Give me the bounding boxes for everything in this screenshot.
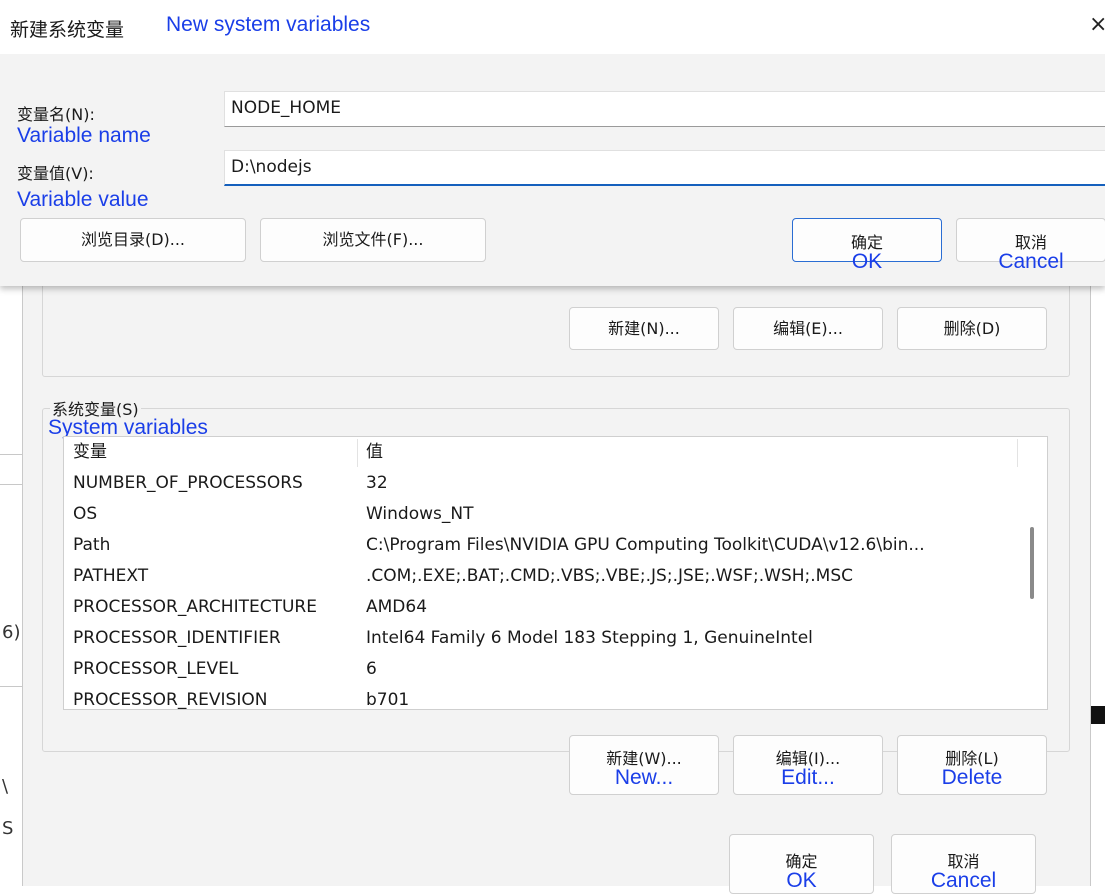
variable-name-input[interactable]: NODE_HOME (224, 91, 1105, 127)
variable-value-cell: 32 (366, 473, 388, 493)
environment-variables-window: 6) \ S 新建(N)... 编辑(E)... 删除(D) 系统变量(S) S… (0, 276, 1105, 894)
variable-value-cell: 6 (366, 659, 377, 679)
variable-value-input[interactable]: D:\nodejs (224, 150, 1105, 186)
system-new-button-en: New... (614, 766, 674, 789)
table-row[interactable]: PROCESSOR_ARCHITECTURE AMD64 (64, 592, 1014, 623)
variable-name-cell: PROCESSOR_REVISION (73, 690, 268, 710)
variable-value-cell: Windows_NT (366, 504, 474, 524)
close-icon[interactable]: × (1089, 12, 1105, 37)
new-system-variable-dialog: 新建系统变量 New system variables × 变量名(N): Va… (0, 0, 1105, 286)
dialog-title-en: New system variables (166, 13, 371, 36)
table-row[interactable]: NUMBER_OF_PROCESSORS 32 (64, 468, 1014, 499)
variable-value-cell: b701 (366, 690, 410, 710)
dialog-title-bar[interactable]: 新建系统变量 New system variables × (0, 0, 1105, 54)
variable-value-label-en: Variable value (17, 188, 149, 211)
system-delete-button-en: Delete (941, 766, 1003, 789)
cancel-button-en: Cancel (998, 250, 1064, 273)
variable-name-cell: PROCESSOR_ARCHITECTURE (73, 597, 317, 617)
system-delete-button[interactable]: 删除(L) Delete (897, 735, 1047, 795)
variable-name-label: 变量名(N): (17, 105, 95, 124)
background-text-fragment: \ (2, 776, 9, 797)
variable-name-cell: OS (73, 504, 98, 524)
variable-name-cell: Path (73, 535, 111, 555)
ok-button-en: OK (851, 250, 883, 273)
system-edit-button-en: Edit... (781, 766, 835, 789)
table-row[interactable]: PATHEXT .COM;.EXE;.BAT;.CMD;.VBS;.VBE;.JS… (64, 561, 1014, 592)
user-new-button[interactable]: 新建(N)... (569, 307, 719, 350)
variable-value-cell: Intel64 Family 6 Model 183 Stepping 1, G… (366, 628, 813, 648)
user-edit-button[interactable]: 编辑(E)... (733, 307, 883, 350)
env-ok-button[interactable]: 确定 OK (729, 834, 874, 894)
system-new-button[interactable]: 新建(W)... New... (569, 735, 719, 795)
ok-button[interactable]: 确定 OK (792, 218, 942, 272)
cancel-button[interactable]: 取消 Cancel (956, 218, 1105, 272)
list-scrollbar[interactable] (1030, 527, 1034, 599)
list-header: 变量 值 (64, 437, 1014, 468)
background-text-fragment: 6) (2, 622, 21, 643)
background-window-right-edge (1091, 286, 1105, 886)
background-window-left-edge: 6) \ S (0, 286, 22, 886)
system-variables-list[interactable]: 变量 值 NUMBER_OF_PROCESSORS 32 OS Windows_NT P… (63, 436, 1048, 710)
variable-name-cell: PATHEXT (73, 566, 149, 586)
variable-name-cell: NUMBER_OF_PROCESSORS (73, 473, 303, 493)
variable-name-cell: PROCESSOR_LEVEL (73, 659, 239, 679)
variable-name-cell: PROCESSOR_IDENTIFIER (73, 628, 281, 648)
variable-value-label: 变量值(V): (17, 164, 94, 183)
table-row[interactable]: OS Windows_NT (64, 499, 1014, 530)
env-ok-button-en: OK (786, 869, 817, 892)
window-border-left (22, 286, 23, 886)
variable-value-cell: AMD64 (366, 597, 428, 617)
browse-file-button[interactable]: 浏览文件(F)... (260, 218, 486, 262)
table-row[interactable]: PROCESSOR_REVISION b701 (64, 685, 1014, 710)
background-text-fragment: S (2, 818, 14, 839)
user-delete-button[interactable]: 删除(D) (897, 307, 1047, 350)
column-header-variable[interactable]: 变量 (73, 437, 107, 468)
variable-value-cell: .COM;.EXE;.BAT;.CMD;.VBS;.VBE;.JS;.JSE;.… (366, 566, 854, 586)
browse-directory-button[interactable]: 浏览目录(D)... (20, 218, 246, 262)
system-edit-button[interactable]: 编辑(I)... Edit... (733, 735, 883, 795)
env-cancel-button[interactable]: 取消 Cancel (891, 834, 1036, 894)
table-row[interactable]: PROCESSOR_LEVEL 6 (64, 654, 1014, 685)
env-cancel-button-en: Cancel (930, 869, 997, 892)
column-header-value[interactable]: 值 (366, 437, 383, 468)
variable-name-label-en: Variable name (17, 124, 151, 147)
table-row[interactable]: Path C:\Program Files\NVIDIA GPU Computin… (64, 530, 1014, 561)
dialog-title: 新建系统变量 (10, 19, 125, 41)
table-row[interactable]: PROCESSOR_IDENTIFIER Intel64 Family 6 Mod… (64, 623, 1014, 654)
variable-value-cell: C:\Program Files\NVIDIA GPU Computing To… (366, 535, 925, 555)
